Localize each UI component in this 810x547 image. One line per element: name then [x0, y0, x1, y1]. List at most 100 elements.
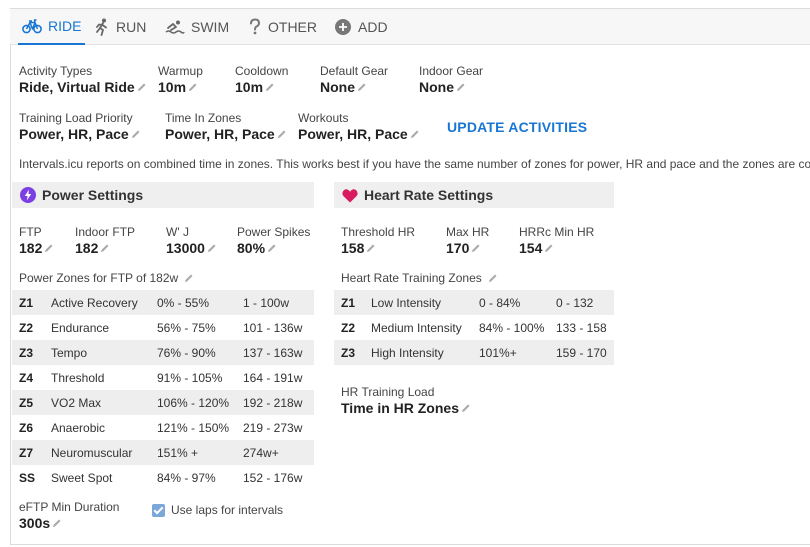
zone-percent: 84% - 97%: [157, 470, 216, 485]
zone-name: VO2 Max: [51, 395, 102, 410]
question-icon: [250, 18, 261, 35]
indoor-ftp-value: 182: [75, 240, 99, 256]
training-load-priority-field[interactable]: Power, HR, Pace: [19, 126, 141, 142]
zone-name: Anaerobic: [51, 420, 106, 435]
table-row: Z3 Tempo 76% - 90% 137 - 163w: [12, 340, 314, 365]
pencil-icon[interactable]: [544, 243, 554, 253]
table-row: Z5 VO2 Max 106% - 120% 192 - 218w: [12, 390, 314, 415]
tab-swim[interactable]: SWIM: [165, 9, 229, 45]
zone-percent: 0 - 84%: [479, 295, 521, 310]
threshold-hr-value: 158: [341, 240, 365, 256]
zone-watts: 192 - 218w: [243, 395, 303, 410]
tab-add[interactable]: ADD: [334, 9, 388, 45]
warmup-label: Warmup: [158, 64, 203, 78]
ftp-field[interactable]: 182: [19, 240, 54, 256]
hr-zones-label[interactable]: Heart Rate Training Zones: [341, 271, 498, 285]
cooldown-field[interactable]: 10m: [235, 79, 275, 95]
indoor-ftp-field[interactable]: 182: [75, 240, 110, 256]
pencil-icon[interactable]: [471, 243, 481, 253]
hr-zones-label-text: Heart Rate Training Zones: [341, 271, 482, 285]
use-laps-label: Use laps for intervals: [171, 503, 284, 517]
warmup-value: 10m: [158, 79, 187, 95]
pencil-icon[interactable]: [131, 129, 141, 139]
pencil-icon[interactable]: [265, 82, 275, 92]
table-row: Z3 High Intensity 101%+ 159 - 170: [334, 340, 614, 365]
tab-ride[interactable]: RIDE: [18, 9, 86, 45]
tab-run[interactable]: RUN: [94, 9, 146, 45]
threshold-hr-field[interactable]: 158: [341, 240, 376, 256]
power-spikes-field[interactable]: 80%: [237, 240, 277, 256]
zone-watts: 152 - 176w: [243, 470, 303, 485]
zone-watts: 1 - 100w: [243, 295, 290, 310]
pencil-icon[interactable]: [44, 243, 54, 253]
pencil-icon[interactable]: [488, 273, 498, 283]
pencil-icon[interactable]: [366, 243, 376, 253]
eftp-min-duration-field[interactable]: 300s: [19, 515, 62, 531]
tab-other[interactable]: OTHER: [248, 9, 317, 45]
zone-name: High Intensity: [371, 345, 444, 360]
tab-other-label: OTHER: [268, 19, 317, 35]
zone-name: Tempo: [51, 345, 88, 360]
zone-id: Z1: [341, 295, 356, 310]
heart-rate-settings-header: Heart Rate Settings: [334, 182, 614, 208]
training-load-priority-value: Power, HR, Pace: [19, 126, 129, 142]
zone-id: Z4: [19, 370, 34, 385]
pencil-icon[interactable]: [188, 82, 198, 92]
default-gear-value: None: [320, 79, 355, 95]
pencil-icon[interactable]: [456, 82, 466, 92]
table-row: Z6 Anaerobic 121% - 150% 219 - 273w: [12, 415, 314, 440]
power-zones-label-text: Power Zones for FTP of 182w: [19, 271, 179, 285]
zone-id: Z5: [19, 395, 34, 410]
zone-name: Sweet Spot: [51, 470, 113, 485]
power-spikes-label: Power Spikes: [237, 225, 311, 239]
time-in-zones-field[interactable]: Power, HR, Pace: [165, 126, 287, 142]
pencil-icon[interactable]: [277, 129, 287, 139]
max-hr-field[interactable]: 170: [446, 240, 481, 256]
table-row: Z2 Endurance 56% - 75% 101 - 136w: [12, 315, 314, 340]
pencil-icon[interactable]: [100, 243, 110, 253]
zone-percent: 101%+: [479, 345, 517, 360]
table-row: SS Sweet Spot 84% - 97% 152 - 176w: [12, 465, 314, 490]
pencil-icon[interactable]: [267, 243, 277, 253]
activity-types-label: Activity Types: [19, 64, 93, 78]
update-activities-button[interactable]: UPDATE ACTIVITIES: [447, 119, 587, 135]
warmup-field[interactable]: 10m: [158, 79, 198, 95]
ftp-value: 182: [19, 240, 43, 256]
lightning-icon: [20, 187, 36, 203]
pencil-icon[interactable]: [137, 82, 147, 92]
pencil-icon[interactable]: [184, 273, 194, 283]
pencil-icon[interactable]: [410, 129, 420, 139]
pencil-icon[interactable]: [52, 518, 62, 528]
hrrc-min-hr-value: 154: [519, 240, 543, 256]
zone-id: Z2: [19, 320, 34, 335]
zone-id: Z7: [19, 445, 34, 460]
zone-id: Z6: [19, 420, 34, 435]
zone-name: Low Intensity: [371, 295, 442, 310]
indoor-gear-field[interactable]: None: [419, 79, 466, 95]
tab-swim-label: SWIM: [191, 19, 230, 35]
power-zones-label[interactable]: Power Zones for FTP of 182w: [19, 271, 194, 285]
default-gear-field[interactable]: None: [320, 79, 367, 95]
max-hr-label: Max HR: [446, 225, 490, 239]
zone-percent: 0% - 55%: [157, 295, 210, 310]
run-icon: [96, 18, 107, 36]
activity-types-field[interactable]: Ride, Virtual Ride: [19, 79, 147, 95]
workouts-field[interactable]: Power, HR, Pace: [298, 126, 420, 142]
pencil-icon[interactable]: [357, 82, 367, 92]
hrrc-min-hr-field[interactable]: 154: [519, 240, 554, 256]
hr-training-load-field[interactable]: Time in HR Zones: [341, 400, 471, 416]
w-prime-field[interactable]: 13000: [166, 240, 217, 256]
eftp-min-duration-label: eFTP Min Duration: [19, 500, 120, 514]
ftp-label: FTP: [19, 225, 42, 239]
use-laps-option[interactable]: Use laps for intervals: [152, 503, 283, 517]
power-settings-header: Power Settings: [12, 182, 314, 208]
zone-percent: 56% - 75%: [157, 320, 216, 335]
pencil-icon[interactable]: [207, 243, 217, 253]
zone-id: Z1: [19, 295, 34, 310]
add-circle-icon: [335, 19, 351, 35]
use-laps-checkbox[interactable]: [152, 503, 165, 517]
zone-name: Active Recovery: [51, 295, 138, 310]
pencil-icon[interactable]: [461, 403, 471, 413]
zone-percent: 91% - 105%: [157, 370, 223, 385]
zone-watts: 137 - 163w: [243, 345, 303, 360]
